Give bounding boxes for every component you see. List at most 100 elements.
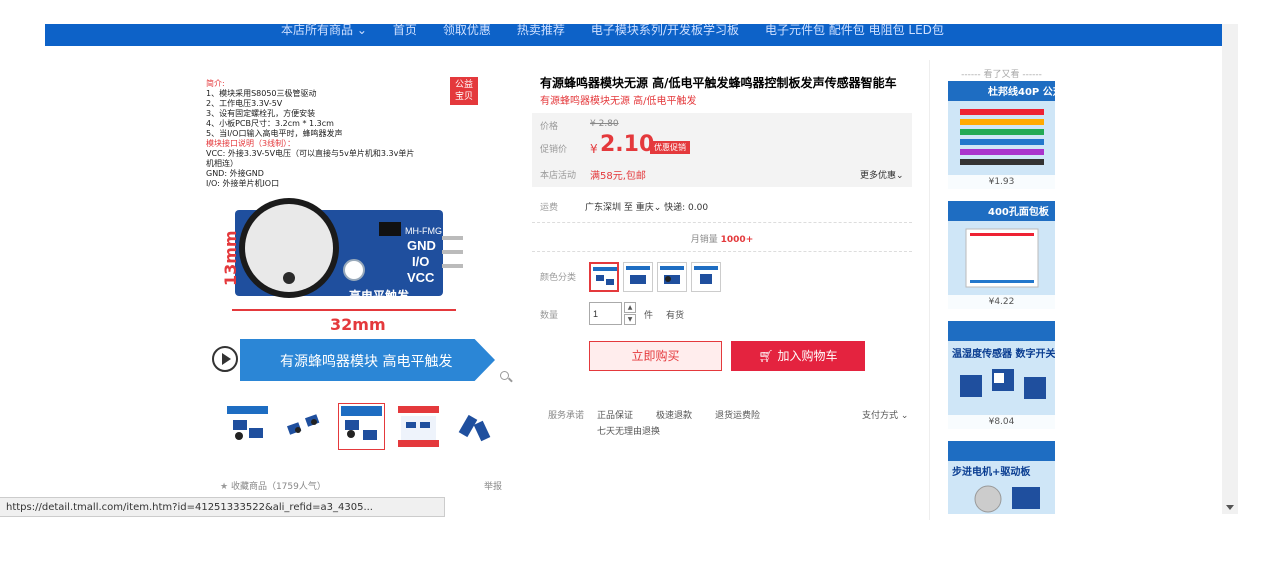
nav-all-products[interactable]: 本店所有商品 ⌄ [281,24,367,38]
quantity-increase-icon[interactable]: ▲ [624,302,636,313]
thumbnail[interactable] [453,404,498,449]
service-item[interactable]: 七天无理由退换 [597,424,660,437]
scroll-down-icon[interactable] [1226,505,1234,510]
color-options [589,262,721,292]
intro-line: GND: 外接GND [206,169,264,178]
divider [532,222,912,223]
star-icon: ★ [220,482,231,492]
intro-line: 3、设有固定螺栓孔，方便安装 [206,109,316,118]
thumbnail-image [398,406,439,447]
recommend-item[interactable]: 步进电机+驱动板 [948,441,1055,514]
thumbnail[interactable] [225,404,270,449]
price-panel [532,113,912,187]
buzzer-hole [283,272,295,284]
recommend-price: ¥1.93 [948,175,1055,189]
cart-icon: 🛒︎ [758,349,778,363]
product-intro-text: 简介: 1、模块采用S8050三极管驱动 2、工作电压3.3V-5V 3、设有固… [206,79,476,189]
intro-line: VCC: 外接3.3V-5V电压（可以直接与5v单片机和3.3v单片 [206,149,415,158]
recommend-image [974,485,1040,513]
pin-label: GND [407,238,436,253]
recommend-image [960,369,1046,399]
thumbnail[interactable] [282,404,327,449]
play-icon[interactable] [212,346,238,372]
original-price: ¥ 2.80 [590,119,619,129]
width-dimension-line [232,309,456,311]
thumbnail[interactable] [396,404,441,449]
shipping-label: 运费 [540,203,559,213]
status-bar-url: https://detail.tmall.com/item.htm?id=412… [0,497,445,517]
recommend-image [960,109,1044,165]
recommend-price: ¥4.22 [948,295,1055,309]
recommend-banner: 杜邦线40P 公对公/母 [988,87,1055,98]
monthly-sales: 月销量 1000+ [532,232,912,245]
product-page: 本店所有商品 ⌄ 首页 领取优惠 热卖推荐 电子模块系列/开发板学习板 电子元件… [0,0,1288,564]
buy-now-button[interactable]: 立即购买 [589,341,722,371]
pin [442,236,463,240]
product-subtitle: 有源蜂鸣器模块无源 高/低电平触发 [540,96,697,107]
service-item[interactable]: 正品保证 [597,408,633,421]
recommend-price: ¥8.04 [948,415,1055,429]
shop-promo[interactable]: 满58元,包邮 [590,167,646,182]
nav-modules[interactable]: 电子模块系列/开发板学习板 [591,24,739,38]
color-label: 颜色分类 [540,273,577,283]
intro-line: 简介: [206,79,225,88]
thumbnail-strip [225,403,498,450]
recommend-banner: 步进电机+驱动板 [952,467,1031,478]
currency-symbol: ¥ [590,142,598,156]
service-label: 服务承诺 [548,411,585,421]
recommend-title: ------ 看了又看 ------ [961,70,1042,80]
recommend-item[interactable]: 杜邦线40P 公对公/母 ¥1.93 [948,81,1055,189]
price-label: 价格 [540,122,559,132]
color-option[interactable] [657,262,687,292]
color-option[interactable] [691,262,721,292]
recommend-header [948,321,1055,341]
service-item[interactable]: 极速退款 [656,408,692,421]
color-option[interactable] [623,262,653,292]
promo-price: 2.10 [600,132,655,157]
board-label: 高电平触发 [349,288,410,303]
sku-image [660,266,684,284]
nav-hot[interactable]: 热卖推荐 [517,24,565,38]
intro-line: 模块接口说明（3线制）： [206,139,296,148]
report-link[interactable]: 举报 [484,479,502,492]
nav-home[interactable]: 首页 [393,24,417,38]
favorite-label: 收藏商品（1759人气） [230,482,326,492]
quantity-decrease-icon[interactable]: ▼ [624,314,636,325]
payment-methods-dropdown[interactable]: 支付方式 ⌄ [862,408,908,421]
color-option-selected[interactable] [589,262,619,292]
transistor [379,222,401,236]
sales-value: 1000+ [720,235,754,245]
zoom-icon[interactable] [500,371,509,380]
service-item[interactable]: 退货运费险 [715,408,760,421]
shop-activity-label: 本店活动 [540,171,577,181]
recommend-image [965,228,1039,288]
nav-coupons[interactable]: 领取优惠 [443,24,491,38]
recommend-banner: 温湿度传感器 数字开关 [952,349,1055,360]
page-scrollbar[interactable] [1222,24,1238,514]
favorite-link[interactable]: ★ 收藏商品（1759人气） [220,479,326,492]
quantity-input[interactable] [589,302,622,325]
thumbnail-image [341,406,382,440]
recommend-item[interactable]: 温湿度传感器 数字开关 ¥8.04 [948,321,1055,429]
pin-label: I/O [412,254,429,269]
board-model: MH-FMG [405,226,442,236]
intro-line: 5、当I/O口输入高电平时，蜂鸣器发声 [206,129,343,138]
add-to-cart-label: 加入购物车 [777,349,838,363]
promo-tag: 优惠促销 [650,141,690,154]
recommend-item[interactable]: 400孔面包板 ¥4.22 [948,201,1055,309]
intro-line: I/O: 外接单片机IO口 [206,179,280,188]
recommend-header [948,441,1055,461]
thumbnail-selected[interactable] [338,403,385,450]
more-promo-dropdown[interactable]: 更多优惠⌄ [860,168,904,181]
thumbnail-image [458,414,491,442]
intro-line: 4、小板PCB尺寸：3.2cm * 1.3cm [206,119,334,128]
shipping-selector[interactable]: 广东深圳 至 重庆⌄ 快递: 0.00 [585,200,708,213]
nav-components[interactable]: 电子元件包 配件包 电阻包 LED包 [765,24,944,38]
quantity-label: 数量 [540,311,559,321]
divider [532,251,912,252]
buzzer-module-illustration: MH-FMG GND I/O VCC 高电平触发 [235,198,463,303]
sku-image [626,266,650,284]
recommend-banner: 400孔面包板 [988,207,1049,218]
add-to-cart-button[interactable]: 🛒︎ 加入购物车 [731,341,865,371]
pin [442,264,463,268]
